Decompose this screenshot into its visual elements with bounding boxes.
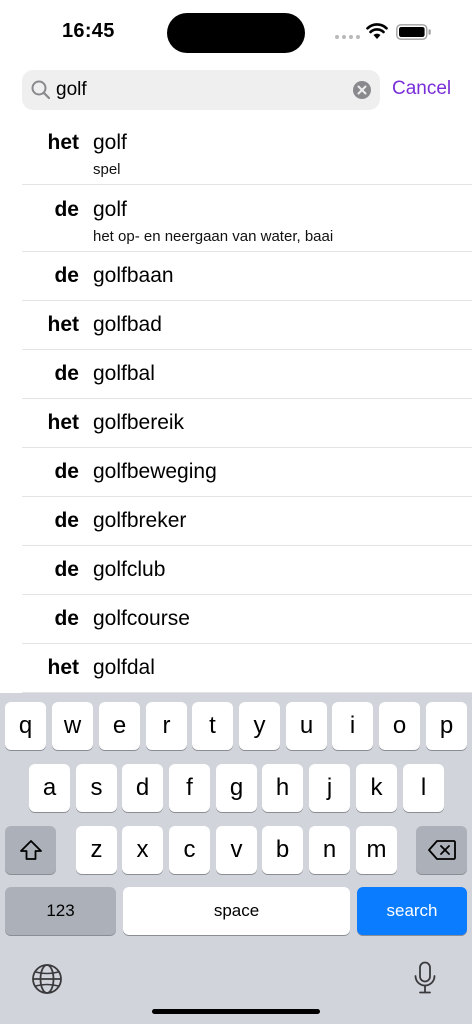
key-w[interactable]: w — [52, 702, 93, 750]
list-item[interactable]: het golfdal — [22, 644, 472, 693]
word-label: golfbreker — [93, 509, 187, 532]
key-a[interactable]: a — [29, 764, 70, 812]
list-item[interactable]: het golf spel — [22, 118, 472, 185]
status-bar: 16:45 — [0, 0, 472, 64]
list-item[interactable]: de golf het op- en neergaan van water, b… — [22, 185, 472, 252]
word-label: golfbad — [93, 313, 162, 336]
key-t[interactable]: t — [192, 702, 233, 750]
article-label: de — [54, 460, 79, 483]
key-b[interactable]: b — [262, 826, 303, 874]
key-d[interactable]: d — [122, 764, 163, 812]
list-item[interactable]: het golfbad — [22, 301, 472, 350]
list-item[interactable]: de golfbreker — [22, 497, 472, 546]
status-time: 16:45 — [62, 20, 115, 42]
key-c[interactable]: c — [169, 826, 210, 874]
key-h[interactable]: h — [262, 764, 303, 812]
word-label: golfbal — [93, 362, 155, 385]
key-i[interactable]: i — [332, 702, 373, 750]
search-bar[interactable] — [22, 70, 380, 110]
key-y[interactable]: y — [239, 702, 280, 750]
cellular-signal-icon — [335, 35, 360, 39]
shift-key[interactable] — [5, 826, 56, 874]
key-z[interactable]: z — [76, 826, 117, 874]
home-indicator[interactable] — [152, 1009, 320, 1014]
key-u[interactable]: u — [286, 702, 327, 750]
word-label: golfbaan — [93, 264, 174, 287]
search-key[interactable]: search — [357, 887, 467, 935]
article-label: het — [47, 131, 80, 154]
clear-icon[interactable] — [352, 80, 372, 100]
list-item[interactable]: het golfbereik — [22, 399, 472, 448]
key-p[interactable]: p — [426, 702, 467, 750]
article-label: het — [47, 411, 80, 434]
article-label: de — [54, 509, 79, 532]
key-r[interactable]: r — [146, 702, 187, 750]
dynamic-island — [167, 13, 305, 53]
search-icon — [31, 80, 51, 100]
keyboard: q w e r t y u i o p a s d f g h j k l z … — [0, 693, 472, 1024]
list-item[interactable]: de golfcourse — [22, 595, 472, 644]
word-label: golfbereik — [93, 411, 185, 434]
list-item[interactable]: de golfbal — [22, 350, 472, 399]
wifi-icon — [366, 23, 388, 39]
meaning-label: het op- en neergaan van water, baai — [93, 228, 334, 245]
word-label: golf — [93, 198, 127, 221]
shift-icon — [19, 840, 42, 860]
key-j[interactable]: j — [309, 764, 350, 812]
word-label: golfclub — [93, 558, 166, 581]
results-list: het golf spel de golf het op- en neergaa… — [0, 118, 472, 693]
word-label: golf — [93, 131, 127, 154]
list-item[interactable]: de golfclub — [22, 546, 472, 595]
article-label: de — [54, 558, 79, 581]
key-s[interactable]: s — [76, 764, 117, 812]
article-label: de — [54, 607, 79, 630]
key-k[interactable]: k — [356, 764, 397, 812]
word-label: golfbeweging — [93, 460, 217, 483]
article-label: het — [47, 313, 80, 336]
key-f[interactable]: f — [169, 764, 210, 812]
list-item[interactable]: de golfbeweging — [22, 448, 472, 497]
key-e[interactable]: e — [99, 702, 140, 750]
battery-icon — [396, 24, 431, 40]
article-label: de — [54, 264, 79, 287]
key-m[interactable]: m — [356, 826, 397, 874]
word-label: golfcourse — [93, 607, 190, 630]
search-input[interactable] — [56, 70, 346, 110]
globe-icon[interactable] — [31, 963, 63, 995]
word-label: golfdal — [93, 656, 155, 679]
key-v[interactable]: v — [216, 826, 257, 874]
backspace-key[interactable] — [416, 826, 467, 874]
meaning-label: spel — [93, 161, 121, 178]
article-label: het — [47, 656, 80, 679]
backspace-icon — [427, 840, 456, 860]
space-key[interactable]: space — [123, 887, 350, 935]
key-q[interactable]: q — [5, 702, 46, 750]
list-item[interactable]: de golfbaan — [22, 252, 472, 301]
article-label: de — [54, 198, 79, 221]
key-n[interactable]: n — [309, 826, 350, 874]
key-g[interactable]: g — [216, 764, 257, 812]
mic-icon[interactable] — [413, 961, 437, 995]
key-x[interactable]: x — [122, 826, 163, 874]
key-l[interactable]: l — [403, 764, 444, 812]
numbers-key[interactable]: 123 — [5, 887, 116, 935]
article-label: de — [54, 362, 79, 385]
key-o[interactable]: o — [379, 702, 420, 750]
cancel-button[interactable]: Cancel — [392, 78, 451, 100]
